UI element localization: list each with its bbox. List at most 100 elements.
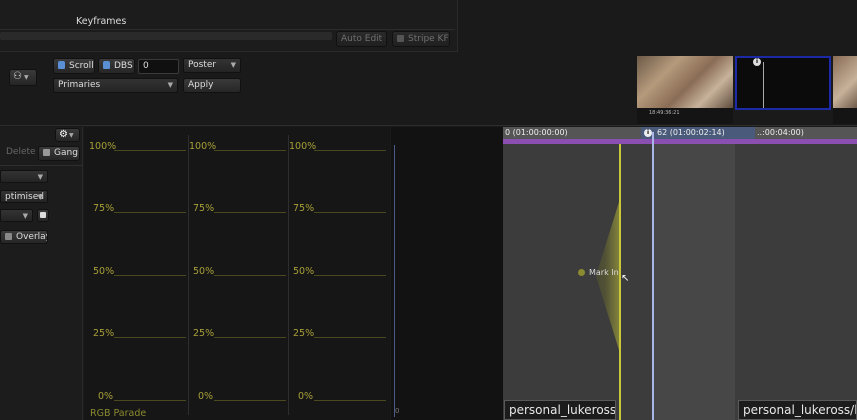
timeline-end-timecode: ..:00:04:00) xyxy=(757,128,804,137)
dbs-toggle[interactable]: DBS xyxy=(98,58,135,74)
link-icon: ⚇ xyxy=(13,71,22,82)
poster-dropdown-value: Poster xyxy=(188,60,217,70)
primaries-dropdown-value: Primaries xyxy=(58,80,101,90)
overlays-toggle[interactable]: Overlays xyxy=(0,230,48,244)
chevron-down-icon: ▼ xyxy=(167,81,173,89)
playhead-timecode: 62 (01:00:02:14) xyxy=(657,128,725,137)
parade-divider-1 xyxy=(188,135,189,415)
primaries-dropdown[interactable]: Primaries ▼ xyxy=(53,78,178,93)
keyframes-title: Keyframes xyxy=(76,16,127,27)
level-line-75 xyxy=(214,212,286,213)
left-dropdown-1[interactable]: ▼ xyxy=(0,170,48,183)
clip-2-name[interactable]: personal_lukeross/l xyxy=(738,400,857,420)
level-label-25: 25% xyxy=(293,328,315,339)
level-line-100 xyxy=(214,150,286,151)
overlays-checkbox[interactable] xyxy=(5,233,12,240)
info-icon: i xyxy=(644,129,652,137)
lock-icon xyxy=(58,61,65,69)
chevron-down-icon: ▼ xyxy=(22,212,28,220)
level-line-25 xyxy=(314,337,386,338)
aux-scope-axis xyxy=(394,145,395,417)
aux-scope-zero: 0 xyxy=(395,407,400,415)
delete-button[interactable]: Delete xyxy=(2,146,35,161)
level-line-0 xyxy=(314,400,386,401)
level-line-50 xyxy=(214,275,286,276)
apply-button[interactable]: Apply xyxy=(183,78,241,93)
rgb-parade-scope: 100% 75% 50% 25% 0% 100% 75% 50% 25% 0% … xyxy=(84,127,390,420)
mouse-cursor-icon: ↖ xyxy=(621,273,630,284)
thumbnail-3[interactable] xyxy=(833,56,857,124)
level-line-0 xyxy=(214,400,286,401)
gang-label: Gang xyxy=(54,148,78,158)
level-line-100 xyxy=(314,150,386,151)
level-label-0: 0% xyxy=(98,391,114,402)
keyframes-panel: Keyframes Auto Edit Stripe KFs xyxy=(0,0,458,52)
level-label-75: 75% xyxy=(293,203,315,214)
keyframes-scrollbar[interactable] xyxy=(0,32,332,40)
thumbnail-3-image xyxy=(833,56,857,108)
clip-gap xyxy=(653,144,735,420)
clip-2[interactable] xyxy=(735,144,857,420)
lock-button[interactable] xyxy=(37,209,49,222)
level-label-0: 0% xyxy=(198,391,214,402)
clip-1[interactable] xyxy=(503,144,653,420)
level-label-50: 50% xyxy=(293,266,315,277)
chevron-down-icon: ▼ xyxy=(23,74,29,81)
timeline-panel: 0 (01:00:00:00) i 62 (01:00:02:14) ..:00… xyxy=(503,127,857,420)
level-line-25 xyxy=(114,337,186,338)
mark-in-label: Mark In xyxy=(589,268,619,277)
dbs-value-input[interactable]: 0 xyxy=(138,59,179,74)
level-line-75 xyxy=(314,212,386,213)
thumbnail-1-image xyxy=(637,56,733,108)
gear-icon: ⚙ xyxy=(59,129,68,140)
level-line-50 xyxy=(114,275,186,276)
level-label-75: 75% xyxy=(193,203,215,214)
chevron-down-icon: ▼ xyxy=(37,193,43,201)
level-line-75 xyxy=(114,212,186,213)
level-label-100: 100% xyxy=(89,141,117,152)
info-icon: i xyxy=(753,58,761,66)
timeline-start-timecode: 0 (01:00:00:00) xyxy=(505,128,568,137)
level-label-100: 100% xyxy=(189,141,217,152)
level-line-100 xyxy=(114,150,186,151)
overlays-label: Overlays xyxy=(16,232,47,242)
padlock-icon xyxy=(40,211,46,218)
poster-dropdown[interactable]: Poster ▼ xyxy=(183,58,241,73)
auto-edit-button[interactable]: Auto Edit xyxy=(336,31,387,47)
settings-button[interactable]: ⚙▼ xyxy=(55,128,80,142)
chevron-down-icon: ▼ xyxy=(68,132,74,139)
level-line-50 xyxy=(314,275,386,276)
gang-checkbox[interactable] xyxy=(43,149,50,156)
lock-icon xyxy=(103,61,110,69)
thumbnail-2-selected[interactable]: i xyxy=(735,56,831,110)
scroll-toggle[interactable]: Scroll xyxy=(53,58,95,74)
clip-1-name[interactable]: personal_lukeross xyxy=(504,400,616,420)
level-label-100: 100% xyxy=(289,141,317,152)
thumbnail-2-playhead xyxy=(763,62,764,108)
level-label-25: 25% xyxy=(93,328,115,339)
thumbnail-1-timecode: 18:49:36:21 xyxy=(649,110,680,116)
thumbnail-1[interactable]: 18:49:36:21 xyxy=(637,56,733,124)
level-label-25: 25% xyxy=(193,328,215,339)
mark-in-dot-icon xyxy=(578,269,585,276)
chevron-down-icon: ▼ xyxy=(230,61,236,69)
gang-button[interactable]: Gang xyxy=(38,146,80,161)
chevron-down-icon: ▼ xyxy=(37,173,43,181)
stripe-kfs-label: Stripe KFs xyxy=(408,34,450,44)
keyframes-divider xyxy=(0,29,455,30)
level-label-50: 50% xyxy=(93,266,115,277)
level-label-0: 0% xyxy=(298,391,314,402)
link-options-button[interactable]: ⚇ ▼ xyxy=(9,69,37,86)
left-dropdown-3[interactable]: ▼ xyxy=(0,209,33,222)
left-divider xyxy=(0,165,82,166)
parade-divider-2 xyxy=(288,135,289,415)
level-label-50: 50% xyxy=(193,266,215,277)
playhead-line[interactable] xyxy=(652,132,654,420)
optimised-dropdown[interactable]: ptimised ▼ xyxy=(0,190,48,203)
level-label-75: 75% xyxy=(93,203,115,214)
level-line-25 xyxy=(214,337,286,338)
scroll-label: Scroll xyxy=(69,61,94,71)
stripe-kfs-checkbox[interactable] xyxy=(397,35,404,42)
dbs-label: DBS xyxy=(114,61,133,71)
stripe-kfs-button[interactable]: Stripe KFs xyxy=(392,31,450,47)
